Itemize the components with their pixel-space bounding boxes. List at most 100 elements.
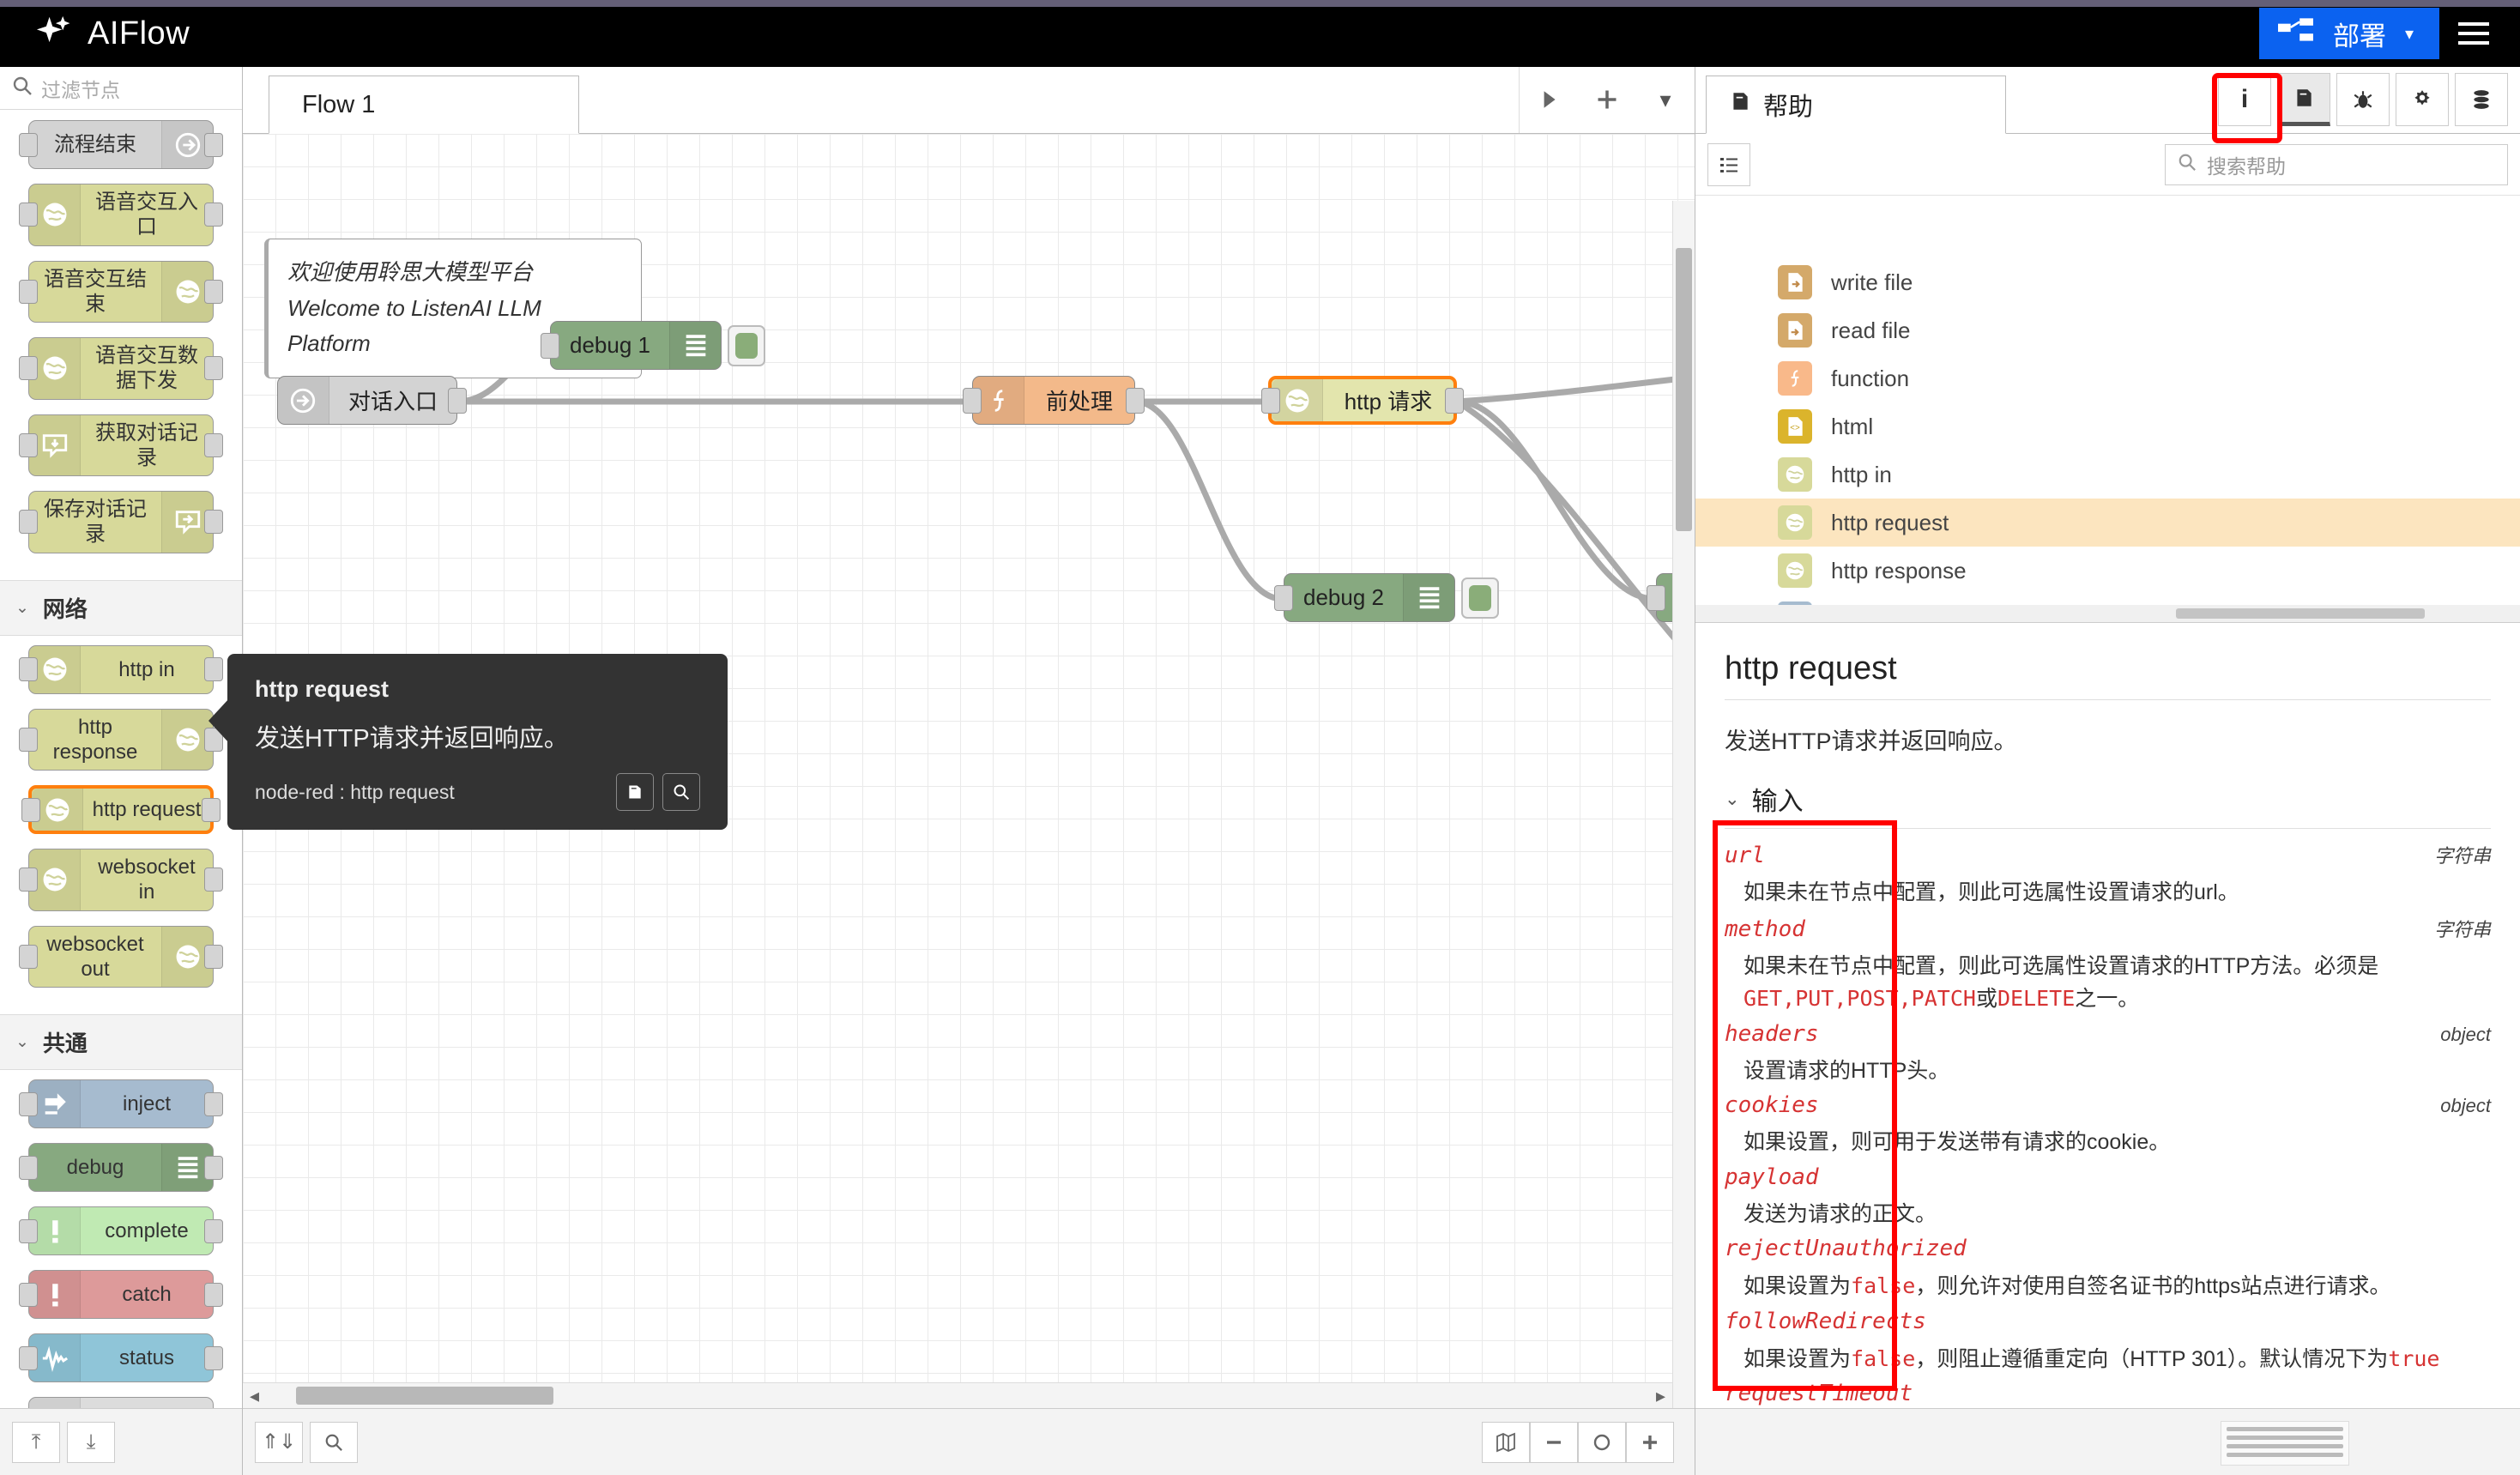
palette-node-语音交互入口[interactable]: 语音交互入口 — [28, 184, 214, 246]
node-output-port[interactable] — [1126, 388, 1145, 414]
palette-group-网络[interactable]: ⌄网络 — [0, 580, 242, 636]
node-input-port[interactable] — [19, 867, 38, 892]
help-list-hscroll-thumb[interactable] — [2176, 608, 2425, 619]
palette-node-语音交互结束[interactable]: 语音交互结束 — [28, 261, 214, 323]
tab-flow-1[interactable]: Flow 1 — [269, 76, 579, 134]
palette-groups[interactable]: 流程结束语音交互入口语音交互结束语音交互数据下发获取对话记录保存对话记录 ⌄网络 h… — [0, 111, 242, 1408]
node-input-port[interactable] — [19, 728, 38, 752]
help-list-item-html[interactable]: <>html — [1695, 402, 2520, 450]
bug-icon[interactable] — [2336, 73, 2390, 126]
node-input-port[interactable] — [963, 388, 982, 414]
list-icon[interactable] — [1707, 143, 1750, 186]
palette-search-box[interactable]: 过滤节点 — [0, 67, 242, 110]
palette-node-保存对话记录[interactable]: 保存对话记录 — [28, 491, 214, 553]
palette-node-语音交互数据下发[interactable]: 语音交互数据下发 — [28, 337, 214, 400]
scroll-right-icon[interactable]: ▸ — [1656, 1385, 1665, 1407]
flow-node-debug-2[interactable]: debug 2 — [1284, 573, 1455, 622]
node-output-port[interactable] — [204, 1219, 223, 1243]
node-input-port[interactable] — [19, 945, 38, 969]
help-search-input[interactable]: 搜索帮助 — [2165, 144, 2508, 185]
palette-node-websocket-in[interactable]: websocket in — [28, 849, 214, 911]
zoom-in-icon[interactable] — [1626, 1422, 1674, 1463]
node-output-port[interactable] — [202, 798, 221, 822]
node-input-port[interactable] — [1274, 585, 1293, 611]
node-output-port[interactable] — [448, 388, 467, 414]
node-output-port[interactable] — [204, 1156, 223, 1180]
help-list-item-write-file[interactable]: write file — [1695, 258, 2520, 306]
expand-palette-icon[interactable]: ⇑⇓ — [255, 1422, 303, 1463]
help-list-item-http-response[interactable]: http response — [1695, 547, 2520, 595]
debug-toggle-button[interactable] — [728, 325, 765, 366]
canvas-horizontal-scrollbar[interactable]: ◂ ▸ — [243, 1382, 1672, 1408]
help-list-item-function[interactable]: function — [1695, 354, 2520, 402]
palette-node-http-request[interactable]: http request — [28, 785, 214, 834]
palette-node-debug[interactable]: debug — [28, 1143, 214, 1192]
help-list-item-read-file[interactable]: read file — [1695, 306, 2520, 354]
context-data-icon[interactable] — [2455, 73, 2508, 126]
palette-node-http-in[interactable]: http in — [28, 645, 214, 694]
search-icon[interactable] — [662, 773, 700, 811]
node-input-port[interactable] — [19, 1156, 38, 1180]
help-node-list[interactable]: write fileread filefunction<>htmlhttp in… — [1695, 258, 2520, 623]
debug-toggle-button[interactable] — [1461, 577, 1499, 619]
node-input-port[interactable] — [19, 280, 38, 304]
node-input-port[interactable] — [1647, 585, 1665, 611]
add-flow-icon[interactable] — [1578, 66, 1636, 133]
node-output-port[interactable] — [204, 203, 223, 227]
palette-group-共通[interactable]: ⌄共通 — [0, 1014, 242, 1070]
palette-node-link-in[interactable]: link in — [28, 1397, 214, 1408]
node-input-port[interactable] — [541, 333, 559, 359]
node-output-port[interactable] — [204, 867, 223, 892]
palette-node-catch[interactable]: catch — [28, 1270, 214, 1319]
book-icon[interactable] — [616, 773, 654, 811]
book-icon[interactable] — [2277, 73, 2330, 126]
tab-help[interactable]: 帮助 — [1706, 76, 2006, 134]
node-input-port[interactable] — [19, 1092, 38, 1116]
palette-node-inject[interactable]: inject — [28, 1079, 214, 1128]
flow-node-前处理[interactable]: 前处理 — [972, 376, 1135, 425]
node-input-port[interactable] — [19, 356, 38, 380]
node-output-port[interactable] — [204, 356, 223, 380]
node-input-port[interactable] — [19, 510, 38, 534]
flow-node-对话入口[interactable]: 对话入口 — [277, 376, 457, 425]
map-icon[interactable] — [1482, 1422, 1530, 1463]
palette-node-websocket-out[interactable]: websocket out — [28, 926, 214, 988]
node-input-port[interactable] — [19, 433, 38, 457]
main-menu-button[interactable] — [2439, 8, 2508, 59]
canvas-hscroll-thumb[interactable] — [296, 1387, 553, 1405]
node-input-port[interactable] — [19, 133, 38, 157]
help-list-item-http-request[interactable]: http request — [1695, 499, 2520, 547]
zoom-reset-icon[interactable] — [1578, 1422, 1626, 1463]
flow-node-http-请求[interactable]: http 请求 — [1268, 376, 1457, 425]
node-input-port[interactable] — [1261, 388, 1280, 414]
canvas-vertical-scrollbar[interactable] — [1672, 201, 1695, 1424]
collapse-all-icon[interactable]: ⤒ — [12, 1422, 60, 1463]
node-input-port[interactable] — [19, 1346, 38, 1370]
help-list-hscroll[interactable] — [1695, 605, 2520, 622]
gear-icon[interactable] — [2396, 73, 2449, 126]
canvas-vscroll-thumb[interactable] — [1676, 248, 1692, 531]
node-output-port[interactable] — [204, 1346, 223, 1370]
chevron-down-icon[interactable]: ▾ — [1636, 66, 1695, 133]
palette-node-获取对话记录[interactable]: 获取对话记录 — [28, 414, 214, 477]
node-input-port[interactable] — [19, 1283, 38, 1307]
node-input-port[interactable] — [21, 798, 40, 822]
node-output-port[interactable] — [204, 433, 223, 457]
node-input-port[interactable] — [19, 657, 38, 681]
node-output-port[interactable] — [204, 133, 223, 157]
play-icon[interactable] — [1520, 66, 1578, 133]
node-output-port[interactable] — [204, 510, 223, 534]
scroll-left-icon[interactable]: ◂ — [250, 1385, 259, 1407]
node-input-port[interactable] — [19, 1219, 38, 1243]
node-input-port[interactable] — [19, 203, 38, 227]
flow-node-debug-1[interactable]: debug 1 — [550, 321, 722, 370]
palette-node-流程结束[interactable]: 流程结束 — [28, 120, 214, 169]
node-output-port[interactable] — [1445, 388, 1464, 414]
node-output-port[interactable] — [204, 1092, 223, 1116]
node-output-port[interactable] — [204, 657, 223, 681]
palette-node-status[interactable]: status — [28, 1333, 214, 1382]
zoom-out-icon[interactable] — [1530, 1422, 1578, 1463]
expand-all-icon[interactable]: ⤓ — [67, 1422, 115, 1463]
node-output-port[interactable] — [204, 1283, 223, 1307]
node-output-port[interactable] — [204, 280, 223, 304]
